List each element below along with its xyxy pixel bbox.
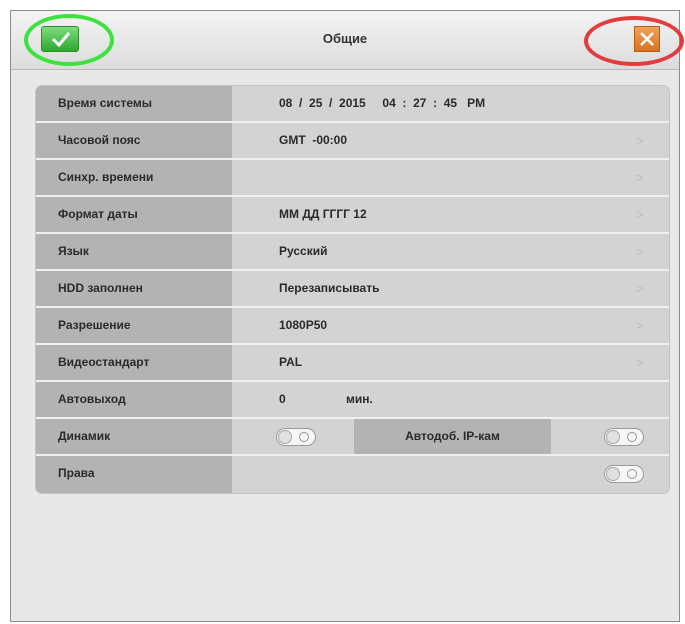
auto-logout-unit: мин. [346, 392, 373, 406]
chevron-right-icon[interactable]: > [636, 160, 644, 195]
hdd-full-value: Перезаписывать [279, 281, 380, 295]
auto-add-ipcam-toggle[interactable] [604, 428, 644, 446]
row-rights: Права [36, 456, 669, 493]
toggle-off-icon [627, 432, 637, 442]
row-video-standard[interactable]: Видеостандарт PAL > [36, 345, 669, 382]
row-speaker: Динамик Автодоб. IP-кам [36, 419, 669, 456]
toggle-knob [606, 467, 620, 481]
row-auto-logout: Автовыход 0 мин. [36, 382, 669, 419]
timezone-value: GMT -00:00 [279, 133, 348, 147]
language-value: Русский [279, 244, 328, 258]
chevron-right-icon[interactable]: > [636, 345, 644, 380]
video-standard-label: Видеостандарт [36, 345, 232, 380]
page-title: Общие [322, 31, 368, 46]
row-resolution[interactable]: Разрешение 1080P50 > [36, 308, 669, 345]
chevron-right-icon[interactable]: > [636, 308, 644, 343]
toggle-off-icon [627, 469, 637, 479]
settings-window: Общие Время системы 08 / 25 / 2015 04 : … [10, 10, 684, 622]
chevron-right-icon[interactable]: > [636, 271, 644, 306]
chevron-right-icon[interactable]: > [636, 123, 644, 158]
video-standard-value: PAL [279, 355, 303, 369]
hdd-full-label: HDD заполнен [36, 271, 232, 306]
resolution-value: 1080P50 [279, 318, 328, 332]
toggle-off-icon [299, 432, 309, 442]
rights-toggle[interactable] [604, 465, 644, 483]
row-hdd-full[interactable]: HDD заполнен Перезаписывать > [36, 271, 669, 308]
title-bar: Общие [11, 11, 684, 70]
row-system-time[interactable]: Время системы 08 / 25 / 2015 04 : 27 : 4… [36, 86, 669, 123]
auto-add-ipcam-label: Автодоб. IP-кам [354, 419, 551, 454]
chevron-right-icon[interactable]: > [636, 234, 644, 269]
toggle-knob [606, 430, 620, 444]
chevron-right-icon[interactable]: > [636, 197, 644, 232]
timezone-label: Часовой пояс [36, 123, 232, 158]
resolution-label: Разрешение [36, 308, 232, 343]
date-format-value: ММ ДД ГГГГ 12 [279, 207, 367, 221]
date-format-label: Формат даты [36, 197, 232, 232]
language-label: Язык [36, 234, 232, 269]
system-time-label: Время системы [36, 86, 232, 121]
row-date-format[interactable]: Формат даты ММ ДД ГГГГ 12 > [36, 197, 669, 234]
system-time-value[interactable]: 08 / 25 / 2015 04 : 27 : 45 PM [279, 86, 485, 121]
row-time-sync[interactable]: Синхр. времени > [36, 160, 669, 197]
row-language[interactable]: Язык Русский > [36, 234, 669, 271]
rights-label: Права [36, 456, 232, 493]
auto-logout-label: Автовыход [36, 382, 232, 417]
speaker-toggle[interactable] [276, 428, 316, 446]
auto-logout-input[interactable]: 0 [279, 382, 286, 417]
time-sync-label: Синхр. времени [36, 160, 232, 195]
close-icon [640, 32, 654, 46]
settings-table: Время системы 08 / 25 / 2015 04 : 27 : 4… [36, 86, 669, 493]
speaker-label: Динамик [36, 419, 232, 454]
row-timezone[interactable]: Часовой пояс GMT -00:00 > [36, 123, 669, 160]
close-button[interactable] [634, 26, 660, 52]
toggle-knob [278, 430, 292, 444]
